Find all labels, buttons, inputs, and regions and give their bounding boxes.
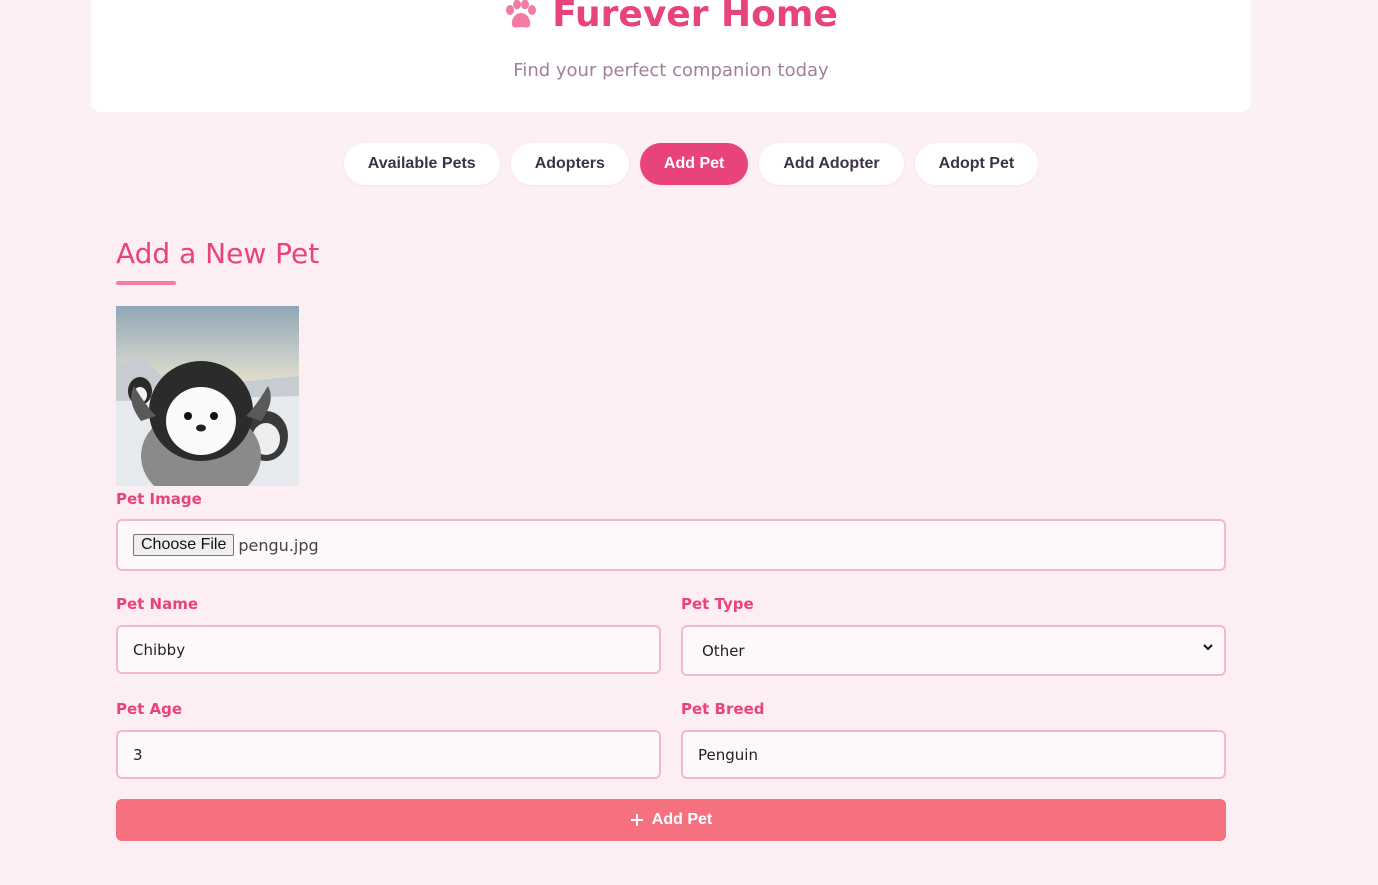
paw-icon xyxy=(506,0,537,27)
tab-available-pets[interactable]: Available Pets xyxy=(343,143,500,185)
plus-icon xyxy=(630,814,643,826)
form-title: Add a New Pet xyxy=(116,237,320,270)
add-pet-button[interactable]: Add Pet xyxy=(116,799,1226,841)
pet-age-input[interactable]: 3 xyxy=(116,730,661,779)
pet-name-label: Pet Name xyxy=(116,595,199,613)
pet-breed-label: Pet Breed xyxy=(681,700,765,718)
tab-add-pet[interactable]: Add Pet xyxy=(639,143,749,185)
pet-image-field: Choose File pengu.jpg xyxy=(116,519,1226,571)
pet-type-label: Pet Type xyxy=(681,595,754,613)
add-pet-button-label: Add Pet xyxy=(651,811,713,828)
add-pet-form: Add a New Pet Pet Image Choose File peng… xyxy=(92,205,1249,885)
tab-adopt-pet[interactable]: Adopt Pet xyxy=(914,143,1039,185)
pet-name-input[interactable]: Chibby xyxy=(116,625,661,674)
tab-add-adopter[interactable]: Add Adopter xyxy=(759,143,904,185)
pet-breed-input[interactable]: Penguin xyxy=(681,730,1226,779)
app-title: Furever Home xyxy=(91,0,1251,35)
app-subtitle: Find your perfect companion today xyxy=(513,60,829,81)
pet-image-preview xyxy=(116,306,299,486)
title-underline xyxy=(116,281,176,285)
header-card: Furever Home Find your perfect companion… xyxy=(91,0,1251,112)
main-nav: Available Pets Adopters Add Pet Add Adop… xyxy=(0,143,1378,185)
tab-adopters[interactable]: Adopters xyxy=(510,143,629,185)
pet-image-label: Pet Image xyxy=(116,490,202,508)
pet-type-select[interactable]: Other xyxy=(681,625,1226,676)
pet-age-value: 3 xyxy=(133,745,143,764)
pet-type-value: Other xyxy=(702,641,745,660)
app-title-text: Furever Home xyxy=(552,0,838,35)
chevron-down-icon xyxy=(1203,644,1213,651)
pet-age-label: Pet Age xyxy=(116,700,183,718)
selected-file-name: pengu.jpg xyxy=(238,535,319,555)
pet-breed-value: Penguin xyxy=(698,745,758,764)
pet-name-value: Chibby xyxy=(133,640,186,659)
choose-file-button[interactable]: Choose File xyxy=(133,534,235,556)
